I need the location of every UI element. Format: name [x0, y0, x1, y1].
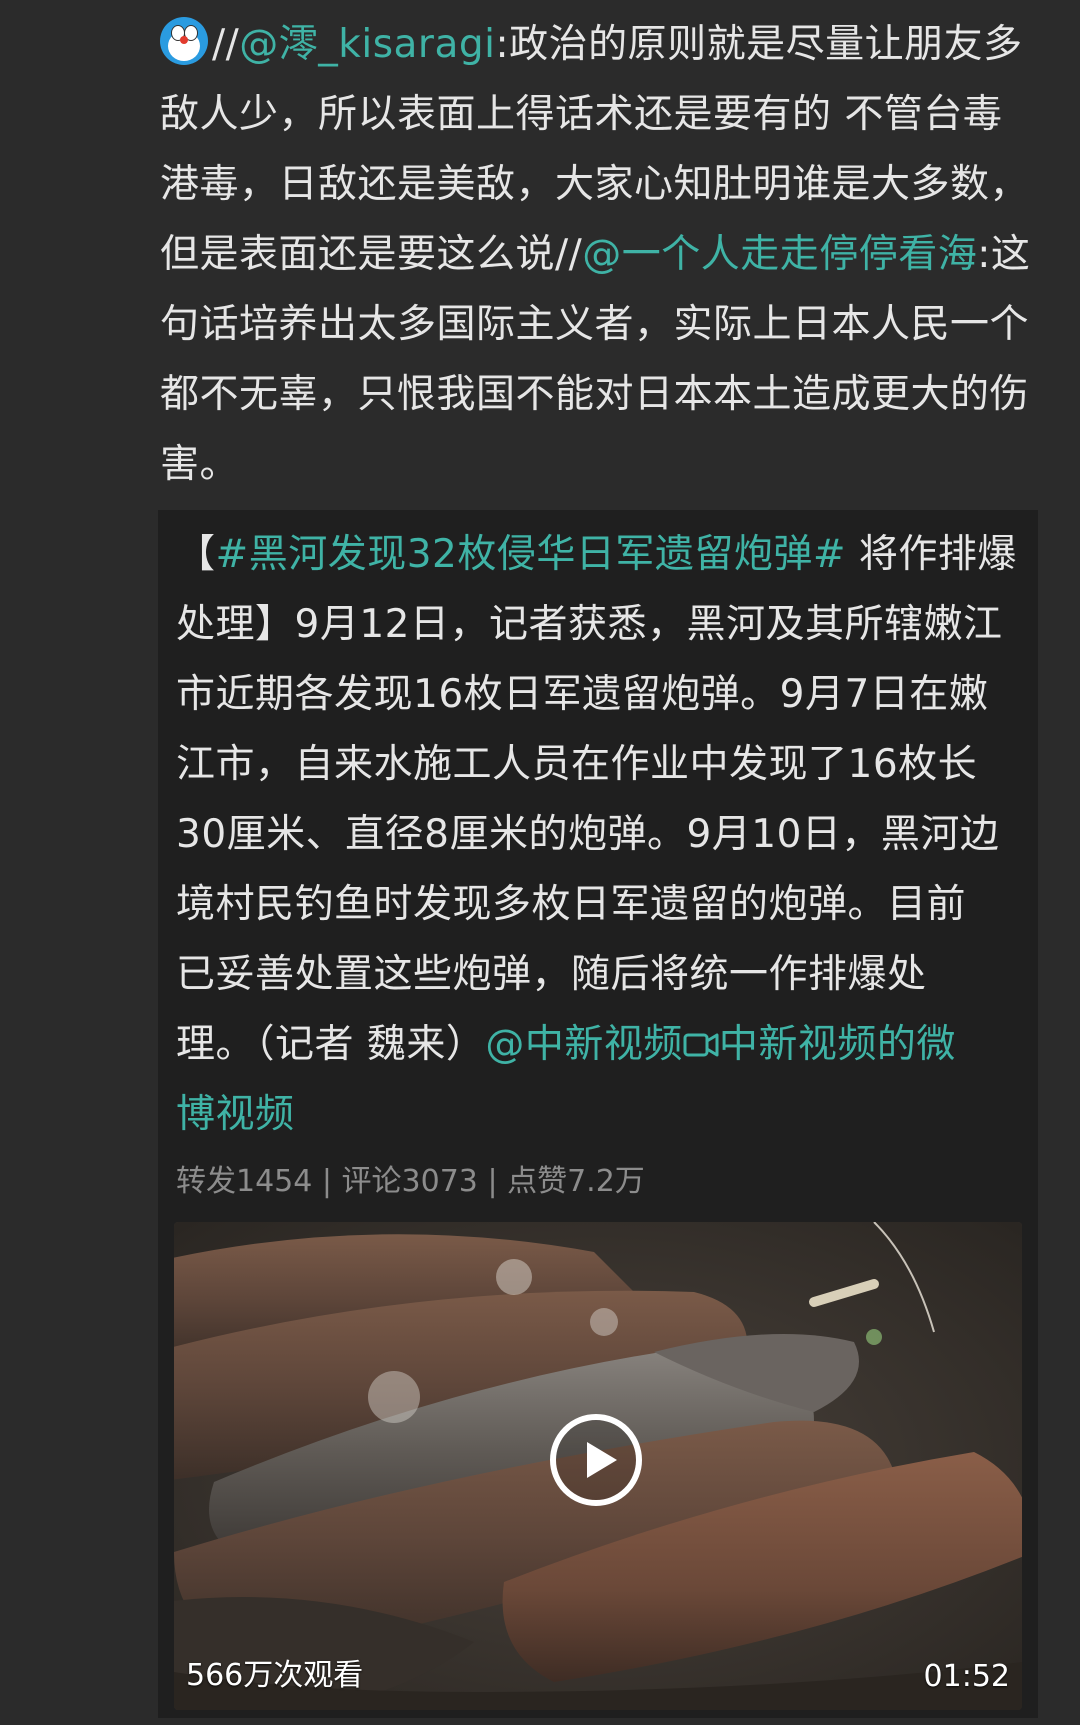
video-link-text[interactable]: 博视频 [176, 1092, 295, 1137]
video-duration: 01:52 [923, 1659, 1010, 1694]
quoted-line: 江市，自来水施工人员在作业中发现了16枚长 [176, 742, 978, 787]
quoted-line: 博视频 [176, 1080, 1034, 1150]
repost-comment: //@澪_kisaragi:政治的原则就是尽量让朋友多敌人少，所以表面上得话术还… [160, 10, 1040, 500]
quoted-line: 处理】9月12日，记者获悉，黑河及其所辖嫩江 [176, 602, 1003, 647]
quoted-line: 30厘米、直径8厘米的炮弹。9月10日，黑河边 [176, 812, 1000, 857]
stats-separator: | [477, 1164, 508, 1199]
topic-hashtag-link[interactable]: #黑河发现32枚侵华日军遗留炮弹# [216, 532, 846, 577]
post-stats: 转发1454 | 评论3073 | 点赞7.2万 [176, 1162, 645, 1202]
stats-separator: | [312, 1164, 342, 1199]
weibo-repost-screen: //@澪_kisaragi:政治的原则就是尽量让朋友多敌人少，所以表面上得话术还… [0, 0, 1080, 1725]
comment-count[interactable]: 评论3073 [342, 1164, 478, 1199]
quoted-line: 已妥善处置这些炮弹，随后将统一作排爆处 [176, 952, 927, 997]
quoted-line: 理。（记者 魏来）@中新视频 中新视频的微 [176, 1022, 956, 1067]
quoted-line: 市近期各发现16枚日军遗留炮弹。9月7日在嫩 [176, 672, 989, 717]
video-link-icon[interactable] [683, 1022, 719, 1067]
play-icon[interactable] [550, 1414, 642, 1506]
mention-link[interactable]: @一个人走走停停看海 [582, 232, 977, 277]
repost-count[interactable]: 转发1454 [176, 1164, 312, 1199]
quoted-post-text: 【#黑河发现32枚侵华日军遗留炮弹# 将作排爆 处理】9月12日，记者获悉，黑河… [176, 520, 1038, 1150]
quoted-line: 境村民钓鱼时发现多枚日军遗留的炮弹。目前 [176, 882, 967, 927]
quoted-line: 【#黑河发现32枚侵华日军遗留炮弹# 将作排爆 [176, 532, 1017, 577]
doraemon-emoji-icon [160, 17, 208, 65]
quoted-post-card[interactable]: 【#黑河发现32枚侵华日军遗留炮弹# 将作排爆 处理】9月12日，记者获悉，黑河… [158, 510, 1038, 1718]
video-view-count: 566万次观看 [186, 1658, 364, 1693]
repost-prefix: // [212, 22, 240, 67]
like-count[interactable]: 点赞7.2万 [507, 1164, 645, 1199]
mention-link[interactable]: @中新视频 [485, 1022, 683, 1067]
mention-link[interactable]: @澪_kisaragi [239, 22, 495, 67]
video-player[interactable]: 566万次观看 01:52 [174, 1222, 1022, 1710]
video-link-text[interactable]: 中新视频的微 [719, 1022, 956, 1067]
